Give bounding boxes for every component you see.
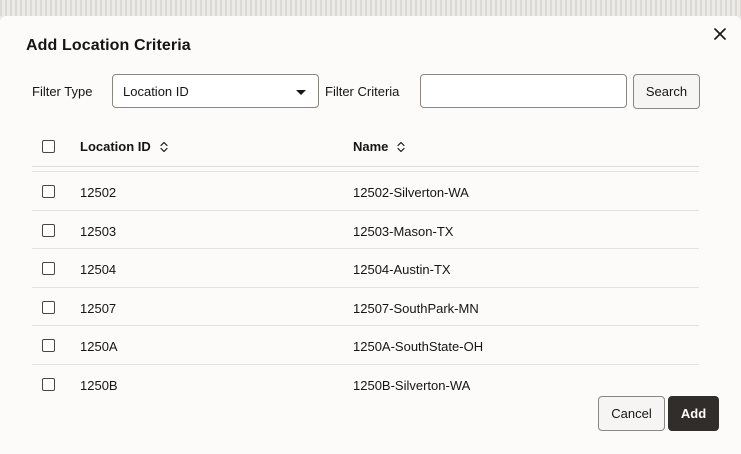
table-row[interactable]: 1250A 1250A-SouthState-OH xyxy=(32,326,699,365)
location-id-cell: 1250B xyxy=(80,377,118,393)
dialog-title: Add Location Criteria xyxy=(26,37,191,54)
table-row[interactable]: 12507 12507-SouthPark-MN xyxy=(32,288,699,327)
row-checkbox[interactable] xyxy=(42,223,55,237)
location-name-cell: 12502-Silverton-WA xyxy=(353,185,469,200)
filter-criteria-label: Filter Criteria xyxy=(325,84,400,99)
location-id-cell: 12507 xyxy=(80,300,117,316)
filter-type-label: Filter Type xyxy=(32,84,93,99)
add-location-criteria-dialog: Add Location Criteria Filter Type Locati… xyxy=(0,16,741,454)
location-id-cell: 12503 xyxy=(80,223,117,239)
location-name-cell: 1250B-Silverton-WA xyxy=(353,377,471,393)
cancel-button[interactable]: Cancel xyxy=(598,396,665,431)
table-row[interactable]: 12503 12503-Mason-TX xyxy=(32,211,699,250)
column-header-label: Location ID xyxy=(80,139,151,154)
sort-icon[interactable] xyxy=(159,141,169,153)
row-checkbox[interactable] xyxy=(42,262,55,276)
filter-criteria-input[interactable] xyxy=(420,74,627,108)
chevron-down-icon xyxy=(296,90,306,95)
search-button[interactable]: Search xyxy=(633,74,700,109)
close-icon xyxy=(714,27,726,45)
table-row[interactable]: 12502 12502-Silverton-WA xyxy=(32,171,699,211)
table-header: Location ID Name xyxy=(32,130,699,167)
table-row[interactable]: 12504 12504-Austin-TX xyxy=(32,249,699,288)
backdrop xyxy=(0,0,741,16)
location-id-cell: 1250A xyxy=(80,339,118,355)
close-button[interactable] xyxy=(709,25,731,47)
location-name-cell: 12504-Austin-TX xyxy=(353,262,451,278)
column-header-name[interactable]: Name xyxy=(353,139,406,154)
column-header-label: Name xyxy=(353,139,389,154)
add-button[interactable]: Add xyxy=(668,396,719,431)
location-name-cell: 1250A-SouthState-OH xyxy=(353,339,484,355)
select-all-checkbox[interactable] xyxy=(42,140,55,153)
filter-type-selected-value: Location ID xyxy=(123,84,189,99)
row-checkbox[interactable] xyxy=(42,300,55,314)
sort-icon[interactable] xyxy=(396,141,406,153)
location-name-cell: 12503-Mason-TX xyxy=(353,223,454,239)
location-table: Location ID Name 12502 12502-Silverton-W… xyxy=(32,130,699,403)
filter-type-select[interactable]: Location ID xyxy=(112,74,319,108)
location-id-cell: 12502 xyxy=(80,185,117,200)
row-checkbox[interactable] xyxy=(42,377,55,391)
location-name-cell: 12507-SouthPark-MN xyxy=(353,300,479,316)
column-header-location-id[interactable]: Location ID xyxy=(80,139,169,154)
location-id-cell: 12504 xyxy=(80,262,117,278)
row-checkbox[interactable] xyxy=(42,185,55,198)
table-body: 12502 12502-Silverton-WA 12503 12503-Mas… xyxy=(32,171,699,403)
row-checkbox[interactable] xyxy=(42,339,55,353)
